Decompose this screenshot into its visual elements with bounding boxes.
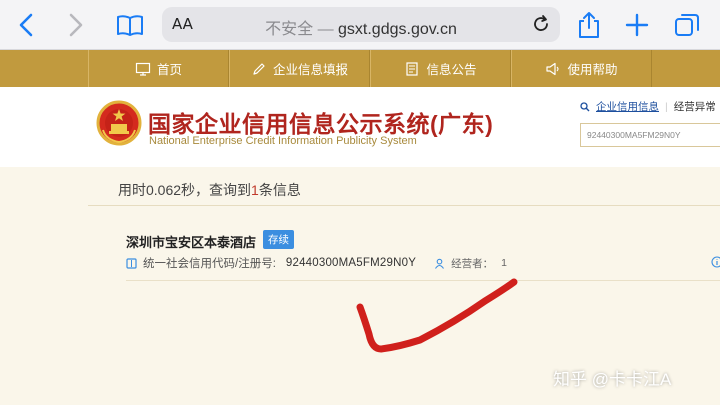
link-credit-info[interactable]: 企业信用信息 — [596, 99, 659, 114]
monitor-icon — [135, 62, 151, 76]
notice-icon — [406, 61, 419, 76]
tabs-icon[interactable] — [672, 10, 702, 40]
person-icon — [435, 258, 445, 269]
back-icon[interactable] — [12, 10, 42, 40]
nav-item-help[interactable]: 使用帮助 — [511, 50, 652, 87]
row-divider — [126, 280, 720, 281]
nav-item-report[interactable]: 企业信息填报 — [229, 50, 370, 87]
url-display: 不安全 — gsxt.gdgs.gov.cn — [162, 15, 560, 39]
bookmarks-icon[interactable] — [115, 10, 145, 40]
search-icon — [580, 101, 590, 111]
id-book-icon — [126, 257, 137, 269]
browser-toolbar: AA 不安全 — gsxt.gdgs.gov.cn — [0, 0, 720, 50]
nav-item-home[interactable]: 首页 — [88, 50, 229, 87]
site-title: 国家企业信用信息公示系统(广东) — [148, 111, 494, 137]
new-tab-icon[interactable] — [622, 10, 652, 40]
search-input[interactable]: 92440300MA5FM29N0Y — [580, 123, 720, 147]
url-domain: gsxt.gdgs.gov.cn — [338, 21, 457, 38]
header-links: 企业信用信息 | 经营异常 — [580, 99, 716, 114]
nav-item-label: 信息公告 — [426, 63, 477, 77]
reload-icon[interactable] — [530, 13, 552, 35]
nav-item-label: 企业信息填报 — [272, 63, 348, 77]
nav-item-notice[interactable]: 信息公告 — [370, 50, 511, 87]
help-icon — [546, 62, 560, 75]
operator-value: 1 — [501, 257, 507, 269]
company-name-link[interactable]: 深圳市宝安区本泰酒店 — [126, 232, 256, 251]
address-bar[interactable]: AA 不安全 — gsxt.gdgs.gov.cn — [162, 7, 560, 42]
operator-label: 经营者： — [451, 257, 494, 270]
result-count: 1 — [251, 182, 259, 198]
nav-item-label: 使用帮助 — [567, 63, 618, 77]
site-subtitle: National Enterprise Credit Information P… — [149, 135, 417, 147]
status-badge: 存续 — [263, 230, 294, 249]
edit-icon — [253, 62, 265, 75]
result-summary: 用时0.062秒，查询到1条信息 — [118, 180, 301, 200]
operator-field: 经营者： 1 — [434, 256, 507, 271]
info-icon[interactable] — [711, 256, 720, 268]
share-icon[interactable] — [574, 10, 604, 40]
summary-prefix: 用时0.062秒，查询到 — [118, 182, 252, 198]
nav-item-label: 首页 — [156, 63, 182, 77]
divider — [88, 205, 720, 206]
national-emblem-icon — [96, 100, 142, 146]
summary-suffix: 条信息 — [258, 182, 301, 198]
site-header: 国家企业信用信息公示系统(广东) National Enterprise Cre… — [0, 87, 720, 167]
insecure-label: 不安全 — [265, 21, 314, 38]
forward-icon[interactable] — [60, 10, 90, 40]
code-value: 92440300MA5FM29N0Y — [285, 257, 417, 269]
site-nav: 首页 企业信息填报 信息公告 使用帮助 — [0, 50, 720, 87]
link-abnormal[interactable]: 经营异常 — [674, 99, 716, 114]
watermark-text: 知乎 @卡卡江A — [553, 370, 672, 389]
code-label: 统一社会信用代码/注册号: — [143, 258, 276, 270]
url-separator: — — [317, 21, 334, 38]
company-info-row: 统一社会信用代码/注册号: 92440300MA5FM29N0Y 经营者： 1 — [126, 255, 507, 271]
